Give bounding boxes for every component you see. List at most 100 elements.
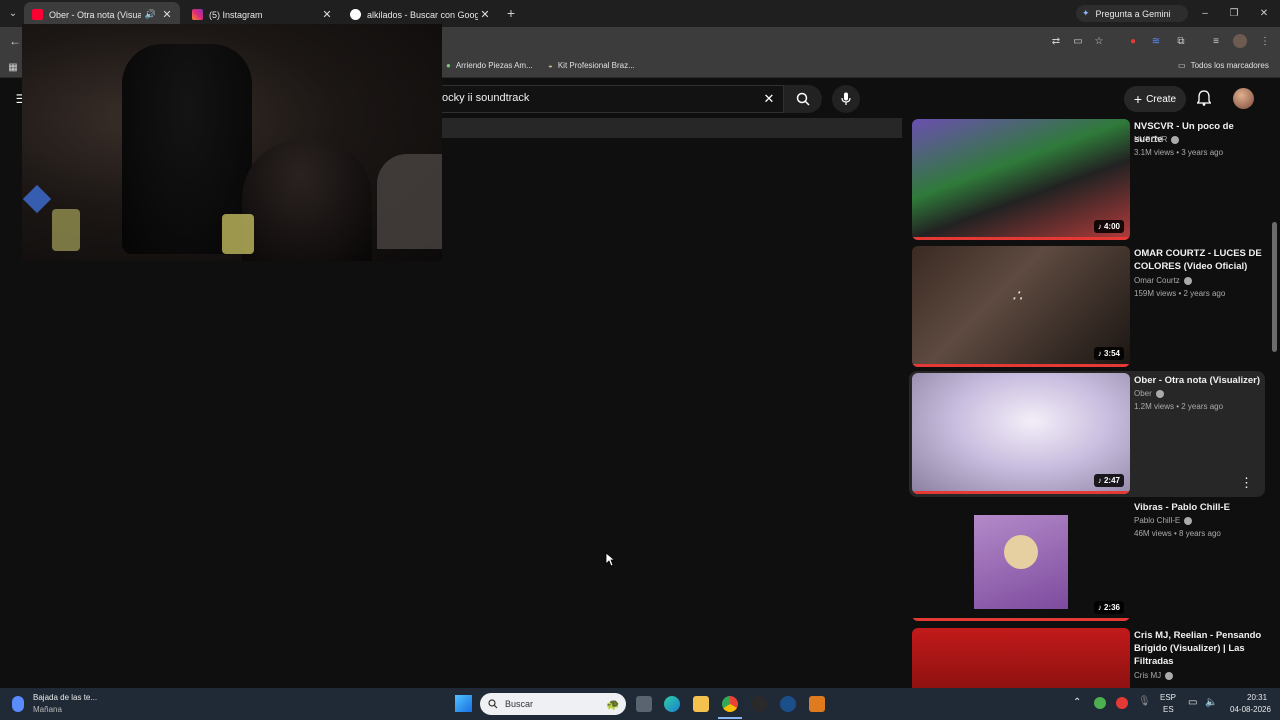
tab-close-icon[interactable]: ✕ [320, 8, 334, 21]
notifications-bell-icon[interactable] [1196, 90, 1212, 111]
back-arrow-icon[interactable]: ← [8, 34, 22, 48]
clear-search-icon[interactable]: ✕ [762, 91, 776, 106]
tray-record-icon[interactable] [1116, 697, 1128, 709]
account-avatar[interactable] [1233, 88, 1254, 109]
search-icon [796, 92, 810, 106]
video-thumbnail[interactable]: ∴ ♪ 3:54 [912, 246, 1130, 367]
channel-name[interactable]: NVSCVR [1134, 135, 1180, 144]
map-pin-icon: ● [446, 61, 451, 70]
clock-time[interactable]: 20:31 [1247, 693, 1267, 702]
plus-icon: + [1133, 91, 1143, 107]
language-bottom: ES [1163, 705, 1174, 714]
translate-icon[interactable]: ⇄ [1049, 34, 1063, 48]
duration-badge: ♪ 3:54 [1093, 347, 1124, 360]
verified-icon [1165, 671, 1174, 680]
video-thumbnail[interactable]: ♪ 2:36 [912, 500, 1130, 621]
search-button[interactable] [784, 85, 822, 113]
more-actions-icon[interactable]: ⋮ [1240, 475, 1253, 491]
duration-badge: ♪ 4:00 [1093, 220, 1124, 233]
video-title[interactable]: Vibras - Pablo Chill-E [1134, 501, 1262, 514]
bookmark-star-icon[interactable]: ☆ [1092, 34, 1106, 48]
network-icon[interactable]: ▭ [1188, 697, 1197, 708]
obs-app-icon[interactable] [751, 696, 767, 712]
mouse-cursor-icon [605, 552, 615, 567]
extensions-puzzle-icon[interactable]: ⧉ [1174, 34, 1188, 48]
bookmark-label: Arriendo Piezas Am... [455, 61, 533, 70]
bookmark-favicon-icon: ◒ [548, 61, 553, 70]
video-thumbnail[interactable]: ♪ 2:47 [912, 373, 1130, 494]
recommendation-item[interactable]: ∴ ♪ 3:54 OMAR COURTZ - LUCES DE COLORES … [912, 246, 1274, 370]
gemini-label: Pregunta a Gemini [1095, 8, 1171, 19]
browser-tab-strip: ⌄ Ober - Otra nota (Visualizer 🔊 ✕ (5) I… [0, 0, 1280, 27]
create-label: Create [1146, 93, 1177, 105]
audio-playing-icon[interactable]: 🔊 [145, 9, 156, 20]
verified-icon [1171, 135, 1180, 144]
recommendation-item[interactable]: ♪ 2:36 Vibras - Pablo Chill-E Pablo Chil… [912, 500, 1274, 624]
volume-icon[interactable]: 🔈 [1205, 697, 1217, 708]
weather-title[interactable]: Bajada de las te... [33, 693, 97, 702]
channel-name[interactable]: Ober [1134, 389, 1164, 398]
windows-start-icon[interactable] [455, 695, 472, 712]
show-hidden-icons-chevron-icon[interactable]: ⌃ [1073, 697, 1081, 708]
video-thumbnail[interactable]: ♪ 4:00 [912, 119, 1130, 240]
more-menu-icon[interactable]: ⋮ [1258, 34, 1272, 48]
channel-name[interactable]: Pablo Chill-E [1134, 516, 1193, 525]
language-top[interactable]: ESP [1160, 693, 1176, 702]
video-glass [222, 214, 254, 254]
video-title[interactable]: Ober - Otra nota (Visualizer) [1134, 374, 1262, 387]
profile-avatar-icon[interactable] [1233, 34, 1247, 48]
search-highlight-icon: 🐢 [606, 698, 620, 711]
watch-progress-bar [912, 618, 1130, 621]
watch-progress-bar [912, 364, 1130, 367]
bookmark-item[interactable]: ◒ Kit Profesional Braz... [548, 61, 635, 70]
file-explorer-icon[interactable] [693, 696, 709, 712]
minimize-icon[interactable]: – [1198, 6, 1212, 20]
cast-icon[interactable]: ▭ [1071, 34, 1085, 48]
miniplayer-video[interactable] [22, 24, 442, 261]
task-view-icon[interactable] [636, 696, 652, 712]
taskbar-search-box[interactable]: Buscar 🐢 [480, 693, 626, 715]
active-app-indicator [718, 717, 742, 719]
video-meta: 46M views • 8 years ago [1134, 529, 1221, 538]
apps-grid-icon[interactable]: ▦ [6, 60, 20, 74]
close-window-icon[interactable]: ✕ [1257, 6, 1271, 20]
chrome-browser-icon[interactable] [722, 696, 738, 712]
recommendation-item[interactable]: ♪ 2:47 Ober - Otra nota (Visualizer) Obe… [912, 373, 1274, 497]
channel-name[interactable]: Cris MJ [1134, 671, 1174, 680]
tab-title: (5) Instagram [209, 9, 263, 20]
video-meta: 3.1M views • 3 years ago [1134, 148, 1224, 157]
tab-search-chevron-icon[interactable]: ⌄ [6, 6, 20, 20]
gemini-sparkle-icon: ✦ [1082, 8, 1090, 18]
fl-studio-icon[interactable] [809, 696, 825, 712]
extension-red-icon[interactable]: ● [1126, 34, 1140, 48]
video-thumbnail[interactable] [912, 628, 1130, 688]
video-figure-side [377, 154, 442, 249]
video-title[interactable]: Cris MJ, Reelian - Pensando Brigido (Vis… [1134, 629, 1262, 668]
new-tab-plus-icon[interactable]: + [504, 5, 518, 21]
recommendation-item[interactable]: ♪ 4:00 NVSCVR - Un poco de suerte NVSCVR… [912, 119, 1274, 243]
verified-icon [1183, 276, 1192, 285]
page-scrollbar[interactable] [1272, 222, 1277, 352]
bookmark-item[interactable]: ● Arriendo Piezas Am... [446, 61, 533, 70]
all-bookmarks-label: Todos los marcadores [1190, 61, 1269, 70]
folder-icon: ▭ [1178, 61, 1186, 70]
verified-icon [1184, 516, 1193, 525]
steam-app-icon[interactable] [780, 696, 796, 712]
recommendation-item[interactable]: Cris MJ, Reelian - Pensando Brigido (Vis… [912, 628, 1274, 688]
channel-name[interactable]: Omar Courtz [1134, 276, 1192, 285]
extension-audio-icon[interactable]: ≋ [1149, 34, 1163, 48]
weather-icon[interactable] [12, 696, 24, 712]
tab-close-icon[interactable]: ✕ [478, 8, 492, 21]
video-title[interactable]: OMAR COURTZ - LUCES DE COLORES (Video Of… [1134, 247, 1262, 273]
video-glass [52, 209, 80, 251]
tab-close-icon[interactable]: ✕ [160, 8, 174, 21]
edge-browser-icon[interactable] [664, 696, 680, 712]
tray-microphone-icon[interactable]: 🎙 [1138, 696, 1151, 707]
tray-app-icon[interactable] [1094, 697, 1106, 709]
maximize-icon[interactable]: ❐ [1227, 6, 1241, 20]
voice-search-button[interactable] [832, 85, 860, 113]
gemini-button[interactable]: ✦ Pregunta a Gemini [1076, 5, 1188, 22]
all-bookmarks-folder[interactable]: ▭ Todos los marcadores [1178, 61, 1269, 70]
media-controls-icon[interactable]: ≡ [1209, 34, 1223, 48]
create-button[interactable]: + Create [1124, 86, 1186, 112]
